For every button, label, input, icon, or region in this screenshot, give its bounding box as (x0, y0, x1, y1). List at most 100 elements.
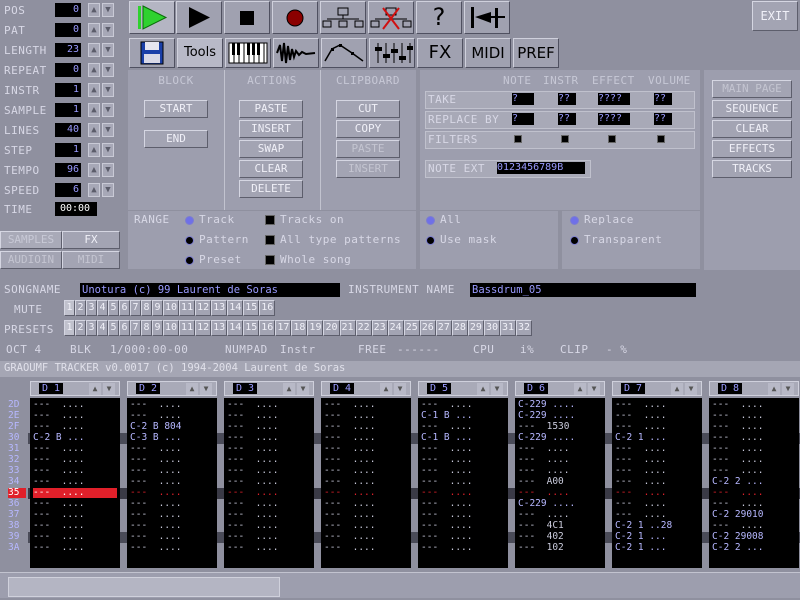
pattern-cell[interactable]: C-2 1 ... (615, 433, 699, 443)
pattern-cell[interactable]: --- 1530 (518, 422, 602, 432)
pattern-cell[interactable]: --- .... (421, 488, 505, 498)
pattern-cell[interactable]: --- .... (130, 543, 214, 553)
tracks-button[interactable]: TRACKS (712, 160, 792, 178)
pattern-cell[interactable]: --- .... (33, 488, 117, 498)
pattern-cell[interactable]: --- .... (324, 521, 408, 531)
pattern-cell[interactable]: --- .... (324, 411, 408, 421)
pattern-cell[interactable]: --- .... (33, 422, 117, 432)
preset-32-button[interactable]: 32 (516, 320, 533, 336)
pattern-cell[interactable]: --- .... (615, 466, 699, 476)
param-pos-down-arrow-icon[interactable]: ▼ (102, 3, 114, 17)
param-step-up-arrow-icon[interactable]: ▲ (88, 143, 100, 157)
pattern-cell[interactable]: --- .... (518, 488, 602, 498)
replace-instr-field[interactable]: ?? (558, 113, 576, 125)
stop-button[interactable] (224, 1, 270, 34)
pattern-cell[interactable]: --- .... (712, 488, 796, 498)
pattern-cell[interactable]: --- .... (130, 411, 214, 421)
pattern-cell[interactable]: --- .... (712, 466, 796, 476)
param-value-tempo[interactable]: 96 (55, 163, 81, 177)
pattern-cell[interactable]: --- .... (324, 510, 408, 520)
pattern-cell[interactable]: --- .... (324, 488, 408, 498)
track-down-arrow-icon[interactable]: ▼ (588, 383, 600, 395)
action-delete-button[interactable]: DELETE (239, 180, 303, 198)
pattern-cell[interactable]: --- .... (324, 543, 408, 553)
use-mask-radio[interactable] (426, 235, 435, 245)
replace-radio[interactable] (570, 215, 579, 225)
pattern-cell[interactable]: --- .... (130, 510, 214, 520)
pattern-cell[interactable]: --- .... (130, 400, 214, 410)
pattern-cell[interactable]: --- .... (615, 499, 699, 509)
pattern-cell[interactable]: C-229 .... (518, 400, 602, 410)
preset-15-button[interactable]: 15 (243, 320, 260, 336)
pattern-cell[interactable]: --- .... (227, 444, 311, 454)
track-header[interactable]: D 2 ▲ ▼ (127, 381, 217, 396)
param-pat-up-arrow-icon[interactable]: ▲ (88, 23, 100, 37)
pattern-radio[interactable] (185, 235, 194, 245)
pattern-cell[interactable]: --- .... (712, 400, 796, 410)
track-header[interactable]: D 3 ▲ ▼ (224, 381, 314, 396)
action-clear-button[interactable]: CLEAR (239, 160, 303, 178)
preset-8-button[interactable]: 8 (141, 320, 152, 336)
param-pos-up-arrow-icon[interactable]: ▲ (88, 3, 100, 17)
pattern-cell[interactable]: --- .... (615, 444, 699, 454)
track-header[interactable]: D 4 ▲ ▼ (321, 381, 411, 396)
pattern-cell[interactable]: --- .... (615, 422, 699, 432)
param-instr-up-arrow-icon[interactable]: ▲ (88, 83, 100, 97)
pattern-cell[interactable]: --- .... (712, 521, 796, 531)
pattern-cell[interactable]: C-1 B ... (421, 433, 505, 443)
track-up-arrow-icon[interactable]: ▲ (477, 383, 489, 395)
pattern-cell[interactable]: --- .... (421, 400, 505, 410)
track-down-arrow-icon[interactable]: ▼ (200, 383, 212, 395)
filter-note-checkbox[interactable] (514, 135, 522, 143)
track-radio[interactable] (185, 215, 194, 225)
mute-1-button[interactable]: 1 (64, 300, 75, 316)
pattern-cell[interactable]: --- .... (33, 499, 117, 509)
network-disconnect-button[interactable] (368, 1, 414, 34)
pattern-cell[interactable]: --- .... (324, 477, 408, 487)
track-up-arrow-icon[interactable]: ▲ (574, 383, 586, 395)
pattern-cell[interactable]: C-1 B ... (421, 411, 505, 421)
param-value-instr[interactable]: 1 (55, 83, 81, 97)
replace-option[interactable]: Replace (570, 213, 634, 226)
tab-fx[interactable]: FX (62, 231, 120, 249)
exit-button[interactable]: EXIT (752, 1, 798, 31)
pattern-cell[interactable]: --- .... (421, 499, 505, 509)
preset-3-button[interactable]: 3 (86, 320, 97, 336)
pattern-cell[interactable]: C-229 .... (518, 433, 602, 443)
preset-5-button[interactable]: 5 (108, 320, 119, 336)
take-volume-field[interactable]: ?? (654, 93, 672, 105)
mute-2-button[interactable]: 2 (75, 300, 86, 316)
preset-10-button[interactable]: 10 (163, 320, 180, 336)
instrument-name-field[interactable]: Bassdrum_05 (470, 283, 696, 297)
preset-20-button[interactable]: 20 (323, 320, 340, 336)
param-tempo-up-arrow-icon[interactable]: ▲ (88, 163, 100, 177)
pattern-cell[interactable]: --- .... (712, 433, 796, 443)
preset-4-button[interactable]: 4 (97, 320, 108, 336)
tab-midi[interactable]: MIDI (62, 251, 120, 269)
all-option[interactable]: All (426, 213, 461, 226)
mixer-tab[interactable] (369, 38, 415, 68)
track-header[interactable]: D 8 ▲ ▼ (709, 381, 799, 396)
preset-24-button[interactable]: 24 (387, 320, 404, 336)
track-up-arrow-icon[interactable]: ▲ (283, 383, 295, 395)
pattern-cell[interactable]: --- .... (33, 455, 117, 465)
preset-22-button[interactable]: 22 (355, 320, 372, 336)
track-down-arrow-icon[interactable]: ▼ (103, 383, 115, 395)
tab-audioin[interactable]: AUDIOIN (0, 251, 62, 269)
range-preset-option[interactable]: Preset (185, 253, 242, 266)
track-header[interactable]: D 6 ▲ ▼ (515, 381, 605, 396)
mute-16-button[interactable]: 16 (259, 300, 276, 316)
pattern-cell[interactable]: --- .... (712, 422, 796, 432)
mute-10-button[interactable]: 10 (163, 300, 180, 316)
pattern-cell[interactable]: --- .... (712, 499, 796, 509)
preset-19-button[interactable]: 19 (307, 320, 324, 336)
pattern-cell[interactable]: --- .... (615, 477, 699, 487)
range-pattern-option[interactable]: Pattern (185, 233, 249, 246)
pattern-cell[interactable]: --- .... (227, 499, 311, 509)
pattern-cell[interactable]: --- .... (130, 488, 214, 498)
pattern-cell[interactable]: --- .... (227, 488, 311, 498)
save-button[interactable] (129, 38, 175, 68)
range-track-option[interactable]: Track (185, 213, 235, 226)
preset-9-button[interactable]: 9 (152, 320, 163, 336)
pattern-cell[interactable]: C-2 2 ... (712, 543, 796, 553)
